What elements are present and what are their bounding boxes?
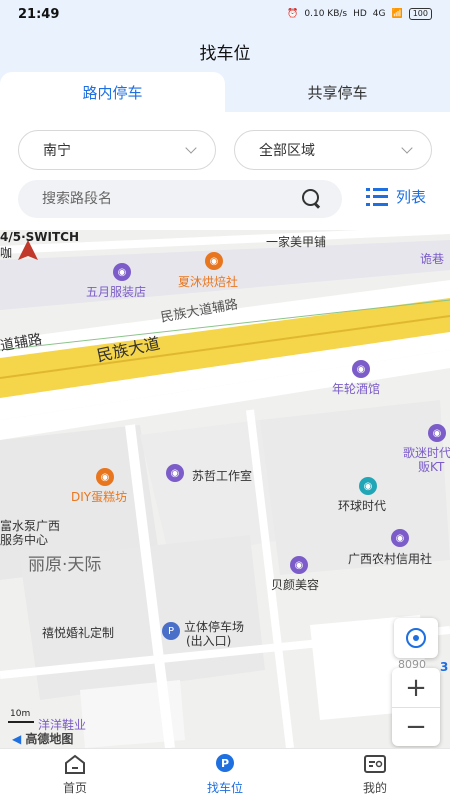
nav-find-parking[interactable]: P 找车位	[150, 749, 300, 800]
zoom-in-button[interactable]: +	[392, 668, 440, 707]
map-logo-text: 高德地图	[25, 732, 74, 746]
nav-home-label: 首页	[62, 781, 87, 795]
battery-indicator: 100	[408, 8, 432, 20]
home-icon	[65, 754, 85, 774]
status-time: 21:49	[18, 6, 60, 22]
zoom-controls: + −	[392, 668, 440, 746]
poi-suzhe[interactable]: 苏哲工作室	[192, 467, 252, 484]
tab-shared-parking[interactable]: 共享停车	[225, 72, 450, 112]
poi-switch-sub: 咖	[0, 246, 13, 260]
nav-mine-label: 我的	[362, 781, 387, 795]
search-icon[interactable]	[302, 189, 322, 209]
bakery-icon: ◉	[205, 252, 223, 270]
poi-huanqiu[interactable]: 环球时代	[338, 497, 386, 514]
alarm-icon: ⏰	[287, 9, 299, 19]
list-view-button[interactable]: 列表	[366, 186, 426, 207]
poi-nianlun[interactable]: 年轮酒馆	[332, 380, 380, 397]
chevron-down-icon	[401, 142, 413, 154]
area-select-value: 全部区域	[259, 143, 315, 159]
locate-button[interactable]	[394, 618, 438, 658]
area-select[interactable]: 全部区域	[234, 130, 432, 170]
bank-icon: ◉	[391, 529, 409, 547]
poi-yijia[interactable]: 一家美甲铺	[266, 233, 326, 250]
wifi-icon: 📶	[391, 9, 403, 19]
city-select-value: 南宁	[43, 143, 71, 159]
status-bar: 21:49 ⏰ 0.10 KB/s HD 4G 📶 100	[0, 0, 450, 28]
bottom-nav: 首页 P 找车位 我的	[0, 748, 450, 800]
chevron-down-icon	[185, 142, 197, 154]
list-icon	[366, 188, 388, 206]
poi-guixiang[interactable]: 诡巷	[420, 250, 444, 267]
poi-fushui2: 服务中心	[0, 533, 49, 547]
parking-pin-icon: P	[216, 754, 234, 772]
poi-diy[interactable]: DIY蛋糕坊	[71, 488, 127, 505]
list-view-label: 列表	[396, 188, 427, 206]
ktv-icon: ◉	[428, 424, 446, 442]
locate-icon	[406, 628, 426, 648]
tab-street-parking[interactable]: 路内停车	[0, 72, 225, 112]
signal-label: 4G	[372, 9, 386, 19]
poi-side-num2: 3	[440, 660, 449, 674]
poi-guangxi[interactable]: 广西农村信用社	[348, 550, 432, 567]
poi-wuyue[interactable]: 五月服装店	[86, 283, 146, 300]
poi-beiyan[interactable]: 贝颜美容	[271, 576, 319, 593]
map-view[interactable]: 4/5·SWITCH 咖 一家美甲铺 诡巷 ◉ 夏沐烘焙社 ◉ 五月服装店 民族…	[0, 230, 450, 748]
district-label: 丽原·天际	[28, 555, 102, 575]
shop-icon: ◉	[113, 263, 131, 281]
nav-home[interactable]: 首页	[0, 749, 150, 800]
search-box	[18, 180, 342, 218]
nav-mine[interactable]: 我的	[300, 749, 450, 800]
parking-icon: P	[162, 622, 180, 640]
map-scale: 10m	[10, 709, 31, 719]
bar-icon: ◉	[352, 360, 370, 378]
mall-icon: ◉	[359, 477, 377, 495]
status-icons: ⏰ 0.10 KB/s HD 4G 📶 100	[287, 8, 432, 20]
poi-xiamu[interactable]: 夏沐烘焙社	[178, 273, 238, 290]
beauty-icon: ◉	[290, 556, 308, 574]
cake-icon: ◉	[96, 468, 114, 486]
poi-gemi2: 贩KT	[418, 460, 445, 474]
hd-badge: HD	[353, 9, 367, 19]
search-input[interactable]	[42, 191, 302, 207]
map-logo: ◀ 高德地图	[12, 730, 73, 747]
tab-bar: 路内停车 共享停车	[0, 72, 450, 112]
studio-icon: ◉	[166, 464, 184, 482]
poi-switch[interactable]: 4/5·SWITCH	[0, 230, 79, 244]
profile-card-icon	[364, 755, 386, 773]
amap-logo-icon: ◀	[12, 732, 22, 746]
filter-panel: 南宁 全部区域 列表	[0, 112, 450, 230]
poi-liti2: (出入口)	[186, 634, 232, 648]
svg-text:P: P	[221, 757, 229, 770]
nav-find-parking-label: 找车位	[206, 781, 243, 795]
zoom-out-button[interactable]: −	[392, 707, 440, 746]
city-select[interactable]: 南宁	[18, 130, 216, 170]
net-speed: 0.10 KB/s	[304, 9, 348, 19]
poi-xiyue[interactable]: 禧悦婚礼定制	[42, 624, 114, 641]
page-title: 找车位	[0, 28, 450, 74]
